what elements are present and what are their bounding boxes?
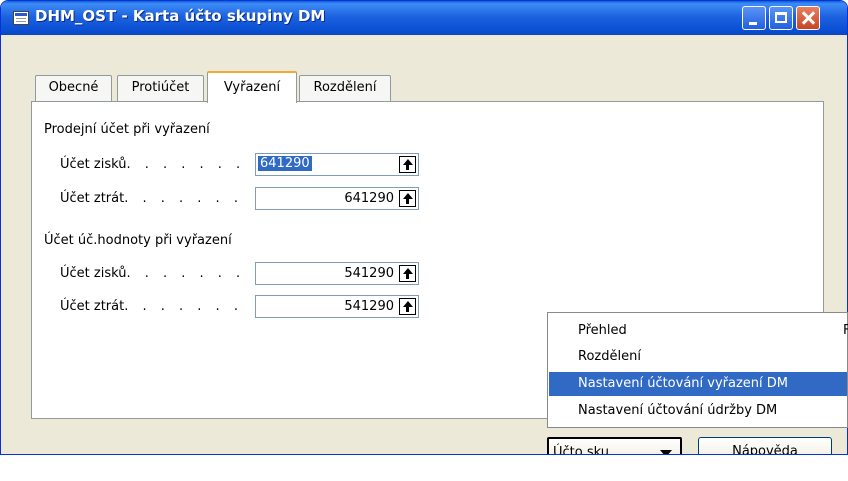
sale-loss-account-field[interactable]: 641290 <box>255 187 419 210</box>
lookup-icon[interactable] <box>399 156 416 173</box>
menu-item-disposal-posting-setup[interactable]: Nastavení účtování vyřazení DM <box>549 372 847 396</box>
menu-button-label: Účto sku... <box>553 445 622 455</box>
sale-loss-label: Účet ztrát. . . . . . . <box>60 191 243 206</box>
dot-leader: . . . . . . . <box>126 266 246 281</box>
lookup-icon[interactable] <box>399 190 416 207</box>
dot-leader: . . . . . . . <box>124 191 243 206</box>
bookvalue-loss-label: Účet ztrát. . . . . . . <box>60 299 243 314</box>
menu-item-prehled[interactable]: Přehled F <box>549 319 848 343</box>
dot-leader: . . . . . . . <box>124 299 243 314</box>
minimize-button[interactable] <box>742 6 766 30</box>
sale-loss-label-text: Účet ztrát <box>60 191 125 206</box>
close-button[interactable] <box>796 6 820 30</box>
sale-gain-label-text: Účet zisků <box>60 157 127 172</box>
tab-rozdeleni[interactable]: Rozdělení <box>299 75 391 101</box>
window-title: DHM_OST - Karta účto skupiny DM <box>35 7 326 25</box>
maximize-button[interactable] <box>769 6 793 30</box>
dot-leader: . . . . . . . <box>126 157 246 172</box>
bookvalue-loss-label-text: Účet ztrát <box>60 299 125 314</box>
menu-item-label: Nastavení účtování údržby DM <box>578 403 778 418</box>
sale-gain-value: 641290 <box>258 156 312 171</box>
bookvalue-section-heading: Účet úč.hodnoty při vyřazení <box>44 233 232 248</box>
tab-vyrazeni[interactable]: Vyřazení <box>207 71 297 103</box>
account-group-menu-button[interactable]: Účto sku... <box>547 437 682 455</box>
bookvalue-loss-value: 541290 <box>344 299 394 314</box>
menu-item-label: Přehled <box>578 323 627 338</box>
menu-item-rozdeleni[interactable]: Rozdělení <box>549 345 847 369</box>
tab-obecne[interactable]: Obecné <box>35 75 112 101</box>
bookvalue-gain-label-text: Účet zisků <box>60 266 127 281</box>
menu-item-maintenance-posting-setup[interactable]: Nastavení účtování údržby DM <box>549 399 847 423</box>
bookvalue-gain-account-field[interactable]: 541290 <box>255 262 419 285</box>
tab-protiucet[interactable]: Protiúčet <box>117 75 204 101</box>
bookvalue-gain-value: 541290 <box>344 266 394 281</box>
sale-section-heading: Prodejní účet při vyřazení <box>44 122 210 137</box>
menu-item-shortcut: F <box>843 323 848 338</box>
sale-loss-value: 641290 <box>344 191 394 206</box>
window-form-icon[interactable] <box>13 11 29 25</box>
lookup-icon[interactable] <box>399 265 416 282</box>
sale-gain-label: Účet zisků. . . . . . . <box>60 157 245 172</box>
title-bar[interactable]: DHM_OST - Karta účto skupiny DM <box>1 1 847 35</box>
bookvalue-gain-label: Účet zisků. . . . . . . <box>60 266 245 281</box>
help-button[interactable]: Nápověda <box>698 437 832 454</box>
sale-gain-account-field[interactable]: 641290 <box>255 153 419 176</box>
lookup-icon[interactable] <box>399 298 416 315</box>
menu-item-label: Rozdělení <box>578 349 641 364</box>
bookvalue-loss-account-field[interactable]: 541290 <box>255 295 419 318</box>
desktop-background <box>0 455 848 481</box>
dropdown-menu: Přehled F Rozdělení Nastavení účtování v… <box>547 312 848 428</box>
menu-item-label: Nastavení účtování vyřazení DM <box>578 376 789 391</box>
